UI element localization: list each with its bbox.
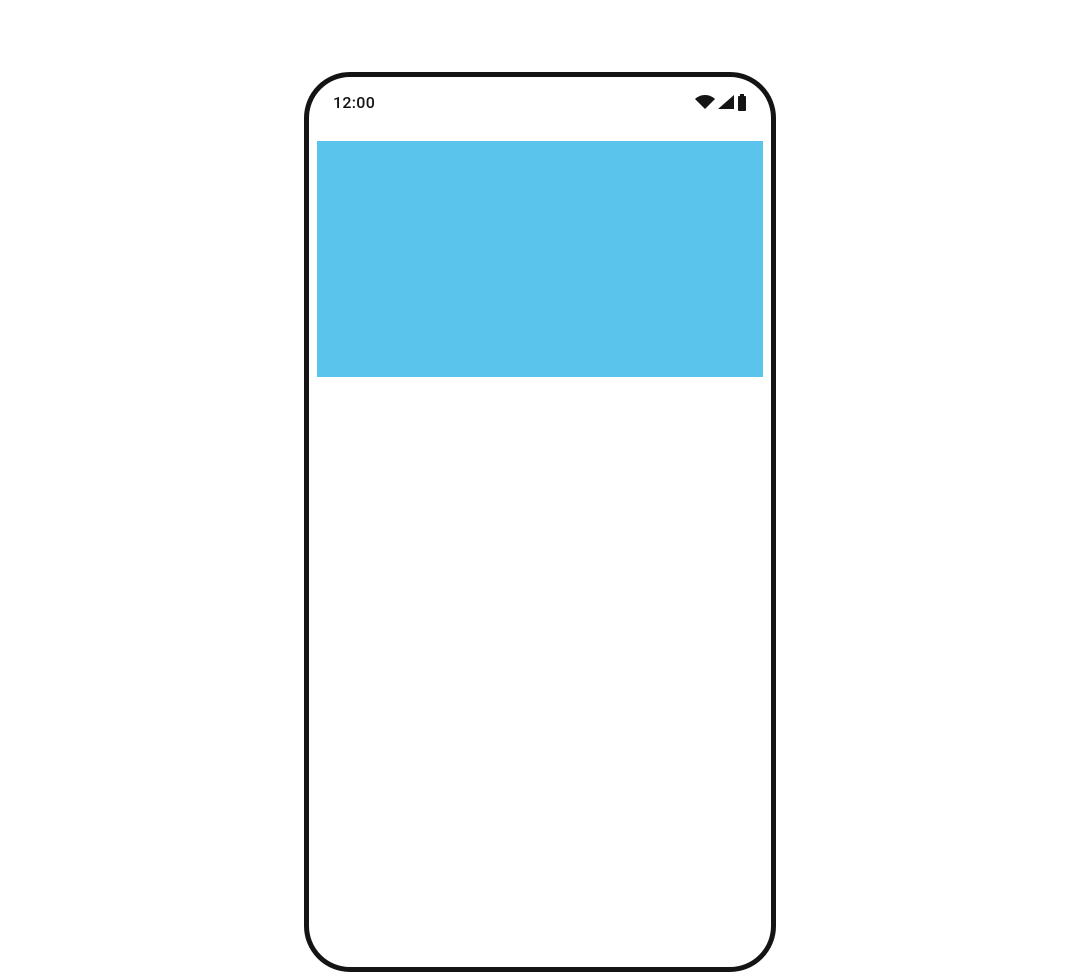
status-bar: 12:00	[309, 77, 771, 121]
phone-frame: 12:00	[304, 72, 776, 972]
status-time: 12:00	[333, 93, 375, 112]
content-block	[317, 141, 763, 377]
status-icons-group	[695, 94, 747, 111]
battery-icon	[737, 94, 747, 111]
cellular-icon	[717, 94, 735, 110]
wifi-icon	[695, 94, 715, 110]
